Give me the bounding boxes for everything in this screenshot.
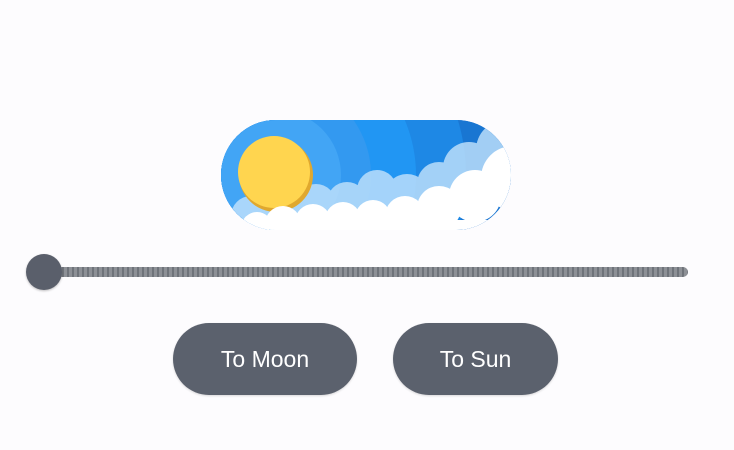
slider-track[interactable] [44,267,688,277]
progress-slider[interactable] [26,253,690,291]
sun-cloud-toggle-icon [221,120,511,230]
to-sun-button[interactable]: To Sun [393,323,558,395]
slider-thumb[interactable] [26,254,62,290]
day-night-toggle[interactable] [221,120,511,230]
to-moon-button[interactable]: To Moon [173,323,357,395]
